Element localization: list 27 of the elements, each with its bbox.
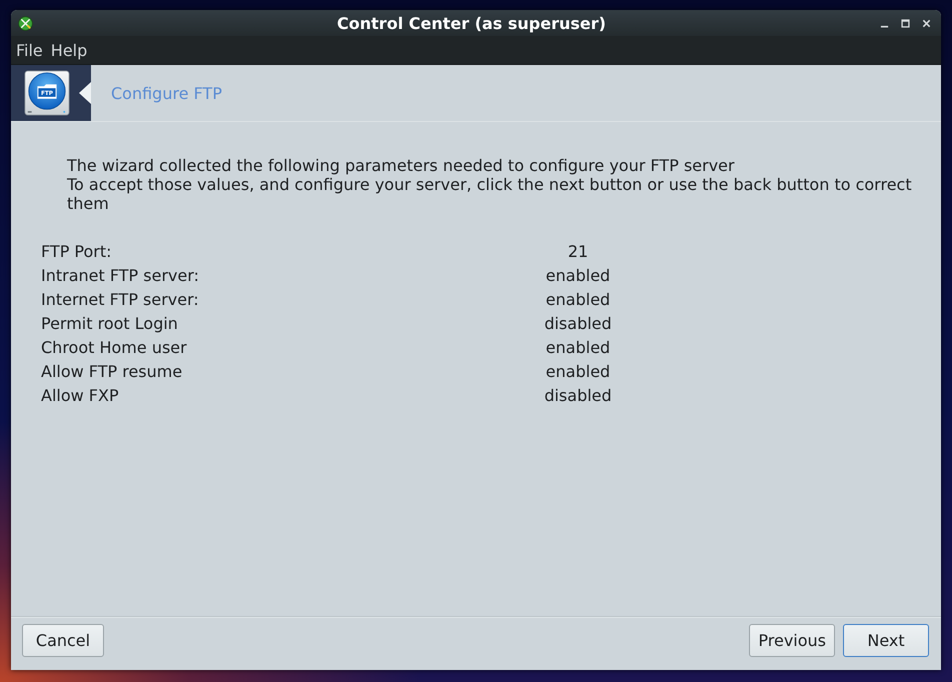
description-text: To accept those values, and configure your server, click the next button or use the back button to correct them [67, 175, 913, 213]
parameter-label: Internet FTP server: [41, 290, 199, 308]
description-text: The wizard collected the following parameters needed to configure your FTP server [67, 156, 736, 175]
parameter-value: enabled [546, 266, 610, 284]
parameter-value: 21 [568, 242, 588, 260]
maximize-icon[interactable] [901, 18, 910, 28]
parameter-value: enabled [546, 290, 610, 308]
dialog-button[interactable]: Cancel [22, 624, 104, 657]
parameter-label: Allow FTP resume [41, 362, 182, 380]
menu-item[interactable]: Help [50, 40, 88, 60]
dialog-button[interactable]: Previous [749, 624, 835, 657]
app-icon [18, 16, 33, 30]
window-title: Control Center (as superuser) [336, 14, 607, 32]
parameter-label: Allow FXP [41, 386, 119, 404]
parameter-label: FTP Port: [41, 242, 112, 260]
parameter-value: disabled [544, 386, 612, 404]
close-icon[interactable] [922, 18, 931, 28]
menu-item[interactable]: File [16, 40, 43, 60]
pointer-icon [79, 82, 91, 104]
parameter-label: Intranet FTP server: [41, 266, 200, 284]
parameter-value: enabled [546, 362, 610, 380]
parameter-label: Permit root Login [41, 314, 178, 332]
page-title: Configure FTP [111, 84, 222, 102]
parameter-label: Chroot Home user [41, 338, 187, 356]
dialog-button[interactable]: Next [843, 624, 929, 657]
parameter-value: disabled [544, 314, 612, 332]
parameter-value: enabled [546, 338, 610, 356]
